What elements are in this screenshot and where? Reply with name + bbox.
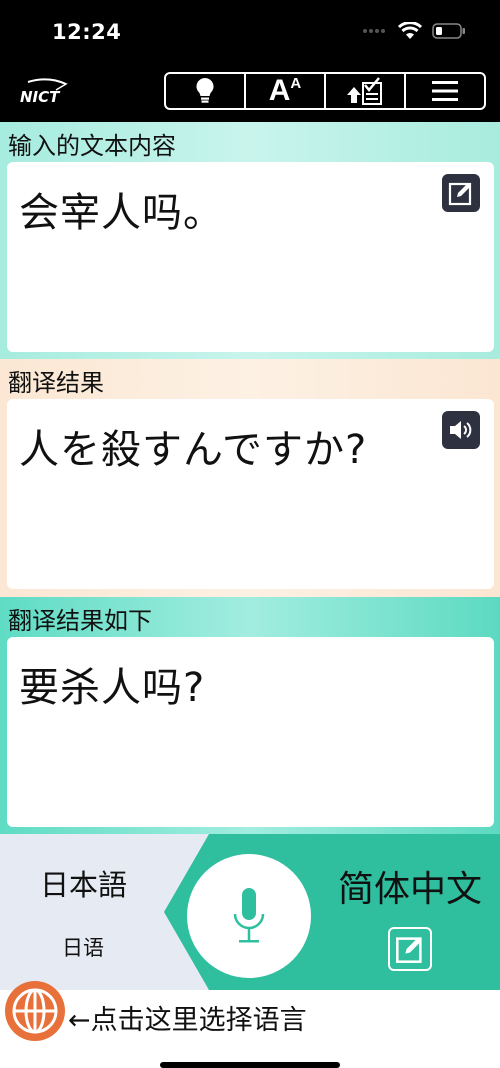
status-time: 12:24 [52, 20, 122, 44]
result-card: 人を殺すんですか? [7, 399, 494, 589]
status-bar: 12:24 [0, 0, 500, 66]
history-button[interactable] [326, 74, 406, 108]
battery-icon [432, 23, 465, 39]
font-size-button[interactable]: AA [246, 74, 326, 108]
status-icons [362, 22, 466, 40]
globe-icon [5, 981, 65, 1041]
language-panel: 日本語 日语 简体中文 [0, 834, 500, 990]
lightbulb-icon [196, 77, 214, 103]
play-audio-button[interactable] [442, 411, 480, 449]
edit-input-button[interactable] [442, 174, 480, 212]
input-section: 输入的文本内容 会宰人吗。 [0, 122, 500, 359]
input-text: 会宰人吗。 [19, 190, 224, 236]
hamburger-menu-icon [432, 81, 458, 101]
language-select-button[interactable] [4, 980, 66, 1046]
input-card[interactable]: 会宰人吗。 [7, 162, 494, 352]
logo-text: NICT [20, 88, 61, 106]
signal-icon [363, 29, 385, 33]
speaker-icon [450, 421, 472, 439]
back-translation-label: 翻译结果如下 [8, 607, 152, 635]
back-translation-section: 翻译结果如下 要杀人吗? [0, 597, 500, 834]
back-translation-card: 要杀人吗? [7, 637, 494, 827]
source-language-subtitle: 日语 [62, 936, 104, 960]
toolbar: NICT AA [0, 66, 500, 122]
microphone-button[interactable] [187, 854, 311, 978]
edit-icon [396, 937, 422, 963]
wifi-icon [398, 22, 422, 39]
target-language-name[interactable]: 简体中文 [338, 860, 482, 912]
result-section: 翻译结果 人を殺すんですか? [0, 359, 500, 597]
toolbar-button-group: AA [164, 72, 486, 110]
home-indicator [160, 1062, 340, 1068]
input-label: 输入的文本内容 [8, 132, 176, 160]
language-select-bar: ←点击这里选择语言 [0, 981, 500, 1068]
menu-button[interactable] [406, 74, 484, 108]
back-translation-text: 要杀人吗? [19, 665, 206, 711]
result-label: 翻译结果 [8, 369, 104, 397]
microphone-icon [233, 888, 265, 943]
language-select-hint[interactable]: ←点击这里选择语言 [68, 998, 307, 1037]
text-input-button[interactable] [388, 927, 432, 971]
edit-icon [448, 182, 472, 206]
hint-button[interactable] [166, 74, 246, 108]
nict-logo: NICT [18, 78, 72, 112]
history-list-icon [347, 77, 382, 105]
source-language-name[interactable]: 日本語 [40, 862, 127, 904]
result-text: 人を殺すんですか? [19, 427, 368, 473]
font-size-icon: AA [268, 74, 302, 107]
